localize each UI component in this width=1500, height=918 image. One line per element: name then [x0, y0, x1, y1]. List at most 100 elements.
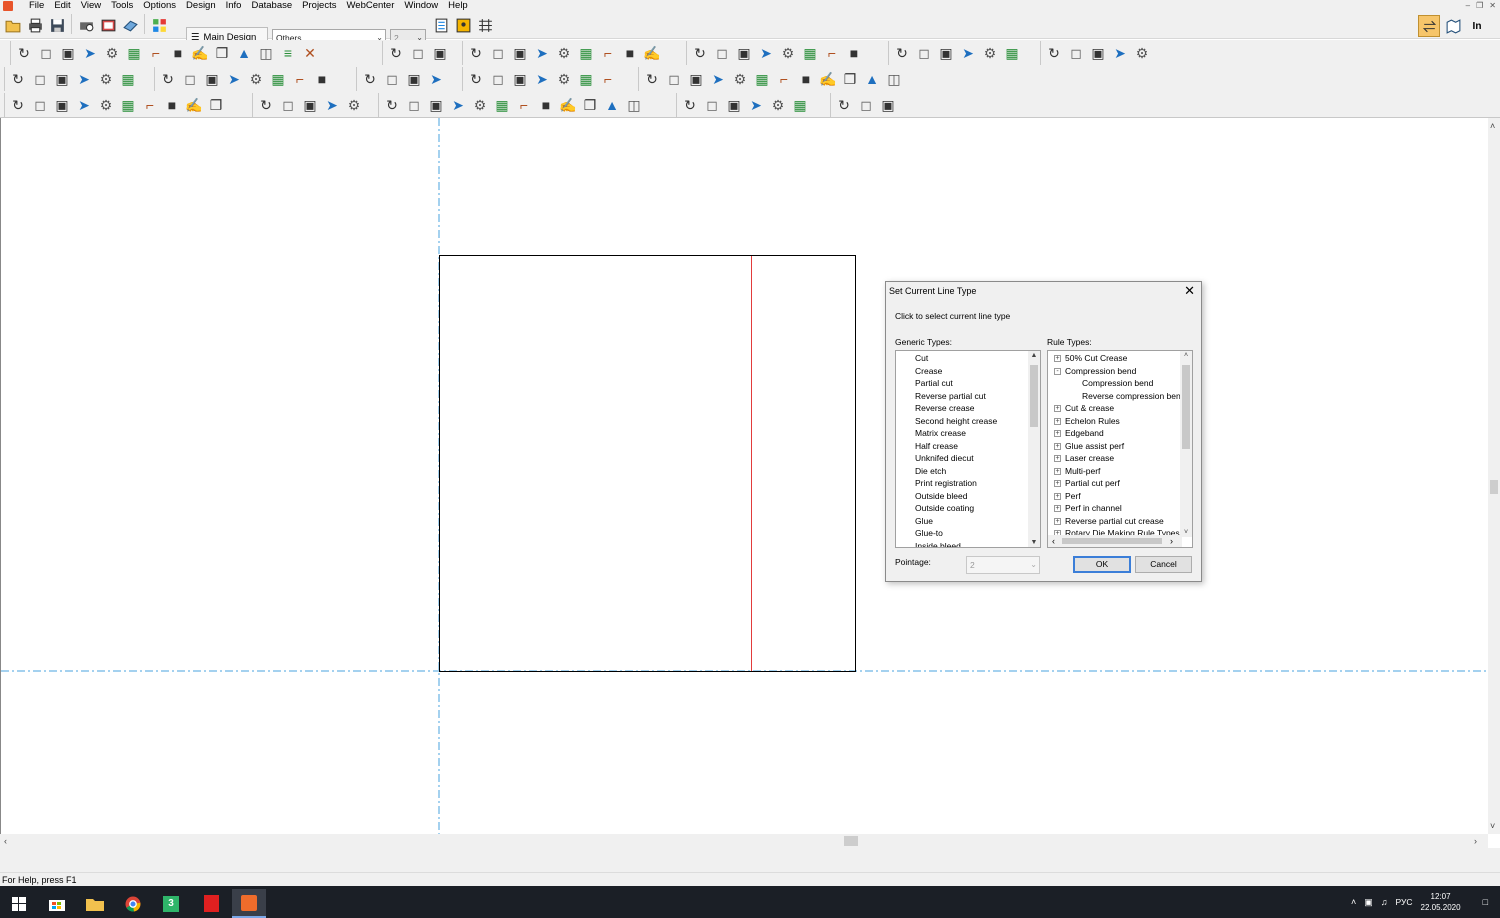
curve-icon[interactable]: ⚙	[553, 42, 575, 64]
pattern-grey-icon[interactable]: ▣	[509, 68, 531, 90]
rule-type-item[interactable]: + Perf	[1048, 490, 1192, 503]
scissors-icon[interactable]: ➤	[425, 68, 447, 90]
pointage-select[interactable]: 2 ⌄	[966, 556, 1040, 574]
rule-type-item[interactable]: + Reverse partial cut crease	[1048, 515, 1192, 528]
line-icon[interactable]: ↻	[465, 42, 487, 64]
volume-icon[interactable]: ♫	[1381, 897, 1388, 907]
stamp-a-icon[interactable]: ↻	[833, 94, 855, 116]
panel-icon[interactable]: ↻	[641, 68, 663, 90]
map-icon[interactable]	[1442, 15, 1464, 37]
in-units-label[interactable]: In	[1466, 15, 1488, 37]
rule-type-item[interactable]: Compression bend	[1048, 377, 1192, 390]
menu-view[interactable]: View	[76, 0, 106, 12]
angle-text-icon[interactable]: ➤	[755, 42, 777, 64]
rule-type-item[interactable]: + Glue assist perf	[1048, 440, 1192, 453]
menu-help[interactable]: Help	[443, 0, 473, 12]
expand-icon[interactable]: +	[1054, 442, 1061, 450]
chevron-up-icon[interactable]: ˄	[1351, 897, 1356, 907]
expand-icon[interactable]: +	[1054, 467, 1061, 475]
rule-type-item[interactable]: + Multi-perf	[1048, 465, 1192, 478]
corner-icon[interactable]: ↻	[7, 68, 29, 90]
panel-add-icon[interactable]: ◻	[663, 68, 685, 90]
rule-align-2-icon[interactable]: ⚙	[469, 94, 491, 116]
text-icon[interactable]: ↻	[7, 94, 29, 116]
pdf-reader-icon[interactable]	[194, 889, 228, 918]
expand-icon[interactable]: +	[1054, 455, 1061, 463]
curve-edit-icon[interactable]: ▦	[789, 94, 811, 116]
3d-box-icon[interactable]: ◫	[255, 42, 277, 64]
properties-icon[interactable]	[452, 14, 474, 36]
circle-icon[interactable]: ▣	[509, 42, 531, 64]
diag-line-icon[interactable]: ↻	[679, 94, 701, 116]
cut-out-icon[interactable]: ⌐	[289, 68, 311, 90]
generic-type-item[interactable]: Print registration	[896, 477, 1040, 490]
scroll-left-icon[interactable]: ‹	[4, 835, 7, 847]
save-icon[interactable]	[46, 14, 68, 36]
panel-delete-icon[interactable]: ▲	[861, 68, 883, 90]
arrow-icon[interactable]: ▣	[51, 94, 73, 116]
horizontal-scrollbar[interactable]: ‹ ›	[0, 834, 1488, 848]
zoom-fit-icon[interactable]: ▣	[935, 42, 957, 64]
generic-type-item[interactable]: Second height crease	[896, 415, 1040, 428]
notifications-icon[interactable]: □	[1483, 897, 1488, 907]
page-icon[interactable]: ⚙	[343, 94, 365, 116]
network-icon[interactable]: ▣	[1364, 897, 1373, 908]
generic-type-item[interactable]: Outside bleed	[896, 490, 1040, 503]
menu-window[interactable]: Window	[399, 0, 443, 12]
copy-icon[interactable]: ⚙	[101, 42, 123, 64]
generic-type-item[interactable]: Glue	[896, 515, 1040, 528]
trim-line-icon[interactable]: ↻	[359, 68, 381, 90]
dimension-radius-icon[interactable]: ▣	[1087, 42, 1109, 64]
line-type-icon[interactable]	[430, 14, 452, 36]
panel-flip-icon[interactable]: ✍	[817, 68, 839, 90]
3d-view-icon[interactable]	[119, 14, 141, 36]
move-copy-icon[interactable]: ▦	[799, 42, 821, 64]
box-3-icon[interactable]: ■	[535, 94, 557, 116]
minus-line-icon[interactable]: ❐	[579, 94, 601, 116]
split-line-icon[interactable]: ✍	[557, 94, 579, 116]
shape-icon[interactable]: ↻	[381, 94, 403, 116]
rule-type-item[interactable]: + Laser crease	[1048, 452, 1192, 465]
generic-types-list[interactable]: Cut Crease Partial cut Reverse partial cut R…	[895, 350, 1041, 548]
rule-tree-vscrollbar[interactable]: ˄ ˅	[1180, 351, 1192, 537]
plus-line-icon[interactable]: ▲	[601, 94, 623, 116]
minimize-icon[interactable]: –	[1466, 0, 1470, 12]
panel-color-icon[interactable]: ⌐	[773, 68, 795, 90]
mark-icon[interactable]: ■	[311, 68, 333, 90]
font-icon[interactable]: ↻	[255, 94, 277, 116]
bridge-icon[interactable]: ▦	[575, 68, 597, 90]
print-icon[interactable]	[24, 14, 46, 36]
stamp-icon[interactable]: ▣	[201, 68, 223, 90]
language-indicator[interactable]: РУС	[1395, 897, 1412, 907]
align-icon[interactable]: ✕	[299, 42, 321, 64]
close-icon[interactable]: ✕	[1489, 0, 1496, 12]
bracket-icon[interactable]: ◫	[623, 94, 645, 116]
offset-icon[interactable]: ✍	[641, 42, 663, 64]
menu-design[interactable]: Design	[181, 0, 221, 12]
move-icon[interactable]: ➤	[79, 42, 101, 64]
chart-icon[interactable]: ⚙	[767, 94, 789, 116]
arc-edit-icon[interactable]: ❐	[211, 42, 233, 64]
rule-align-icon[interactable]: ➤	[447, 94, 469, 116]
shapes-icon[interactable]: ◻	[403, 94, 425, 116]
scroll-down-icon[interactable]: ˅	[1490, 820, 1495, 832]
artioscad-taskbar-icon[interactable]	[232, 889, 266, 918]
bezier-icon[interactable]: ■	[619, 42, 641, 64]
menu-options[interactable]: Options	[138, 0, 181, 12]
chamfer-icon[interactable]: ⌐	[597, 42, 619, 64]
dimension-line-icon[interactable]: ↻	[1043, 42, 1065, 64]
fillet-icon[interactable]: ▦	[575, 42, 597, 64]
corner-cut-icon[interactable]: ◻	[29, 68, 51, 90]
scroll-up-icon[interactable]: ˄	[1490, 120, 1495, 132]
menu-database[interactable]: Database	[246, 0, 297, 12]
panel-rotate-icon[interactable]: ❐	[839, 68, 861, 90]
grid-icon[interactable]	[474, 14, 496, 36]
extend-icon[interactable]: ■	[843, 42, 865, 64]
start-button[interactable]	[2, 889, 36, 918]
panel-save-icon[interactable]: ➤	[707, 68, 729, 90]
select-icon[interactable]: ↻	[13, 42, 35, 64]
circle-point-icon[interactable]: ➤	[745, 94, 767, 116]
menu-webcenter[interactable]: WebCenter	[341, 0, 399, 12]
pattern-red-icon[interactable]: ◻	[487, 68, 509, 90]
rule-tree-hthumb[interactable]	[1062, 538, 1162, 544]
